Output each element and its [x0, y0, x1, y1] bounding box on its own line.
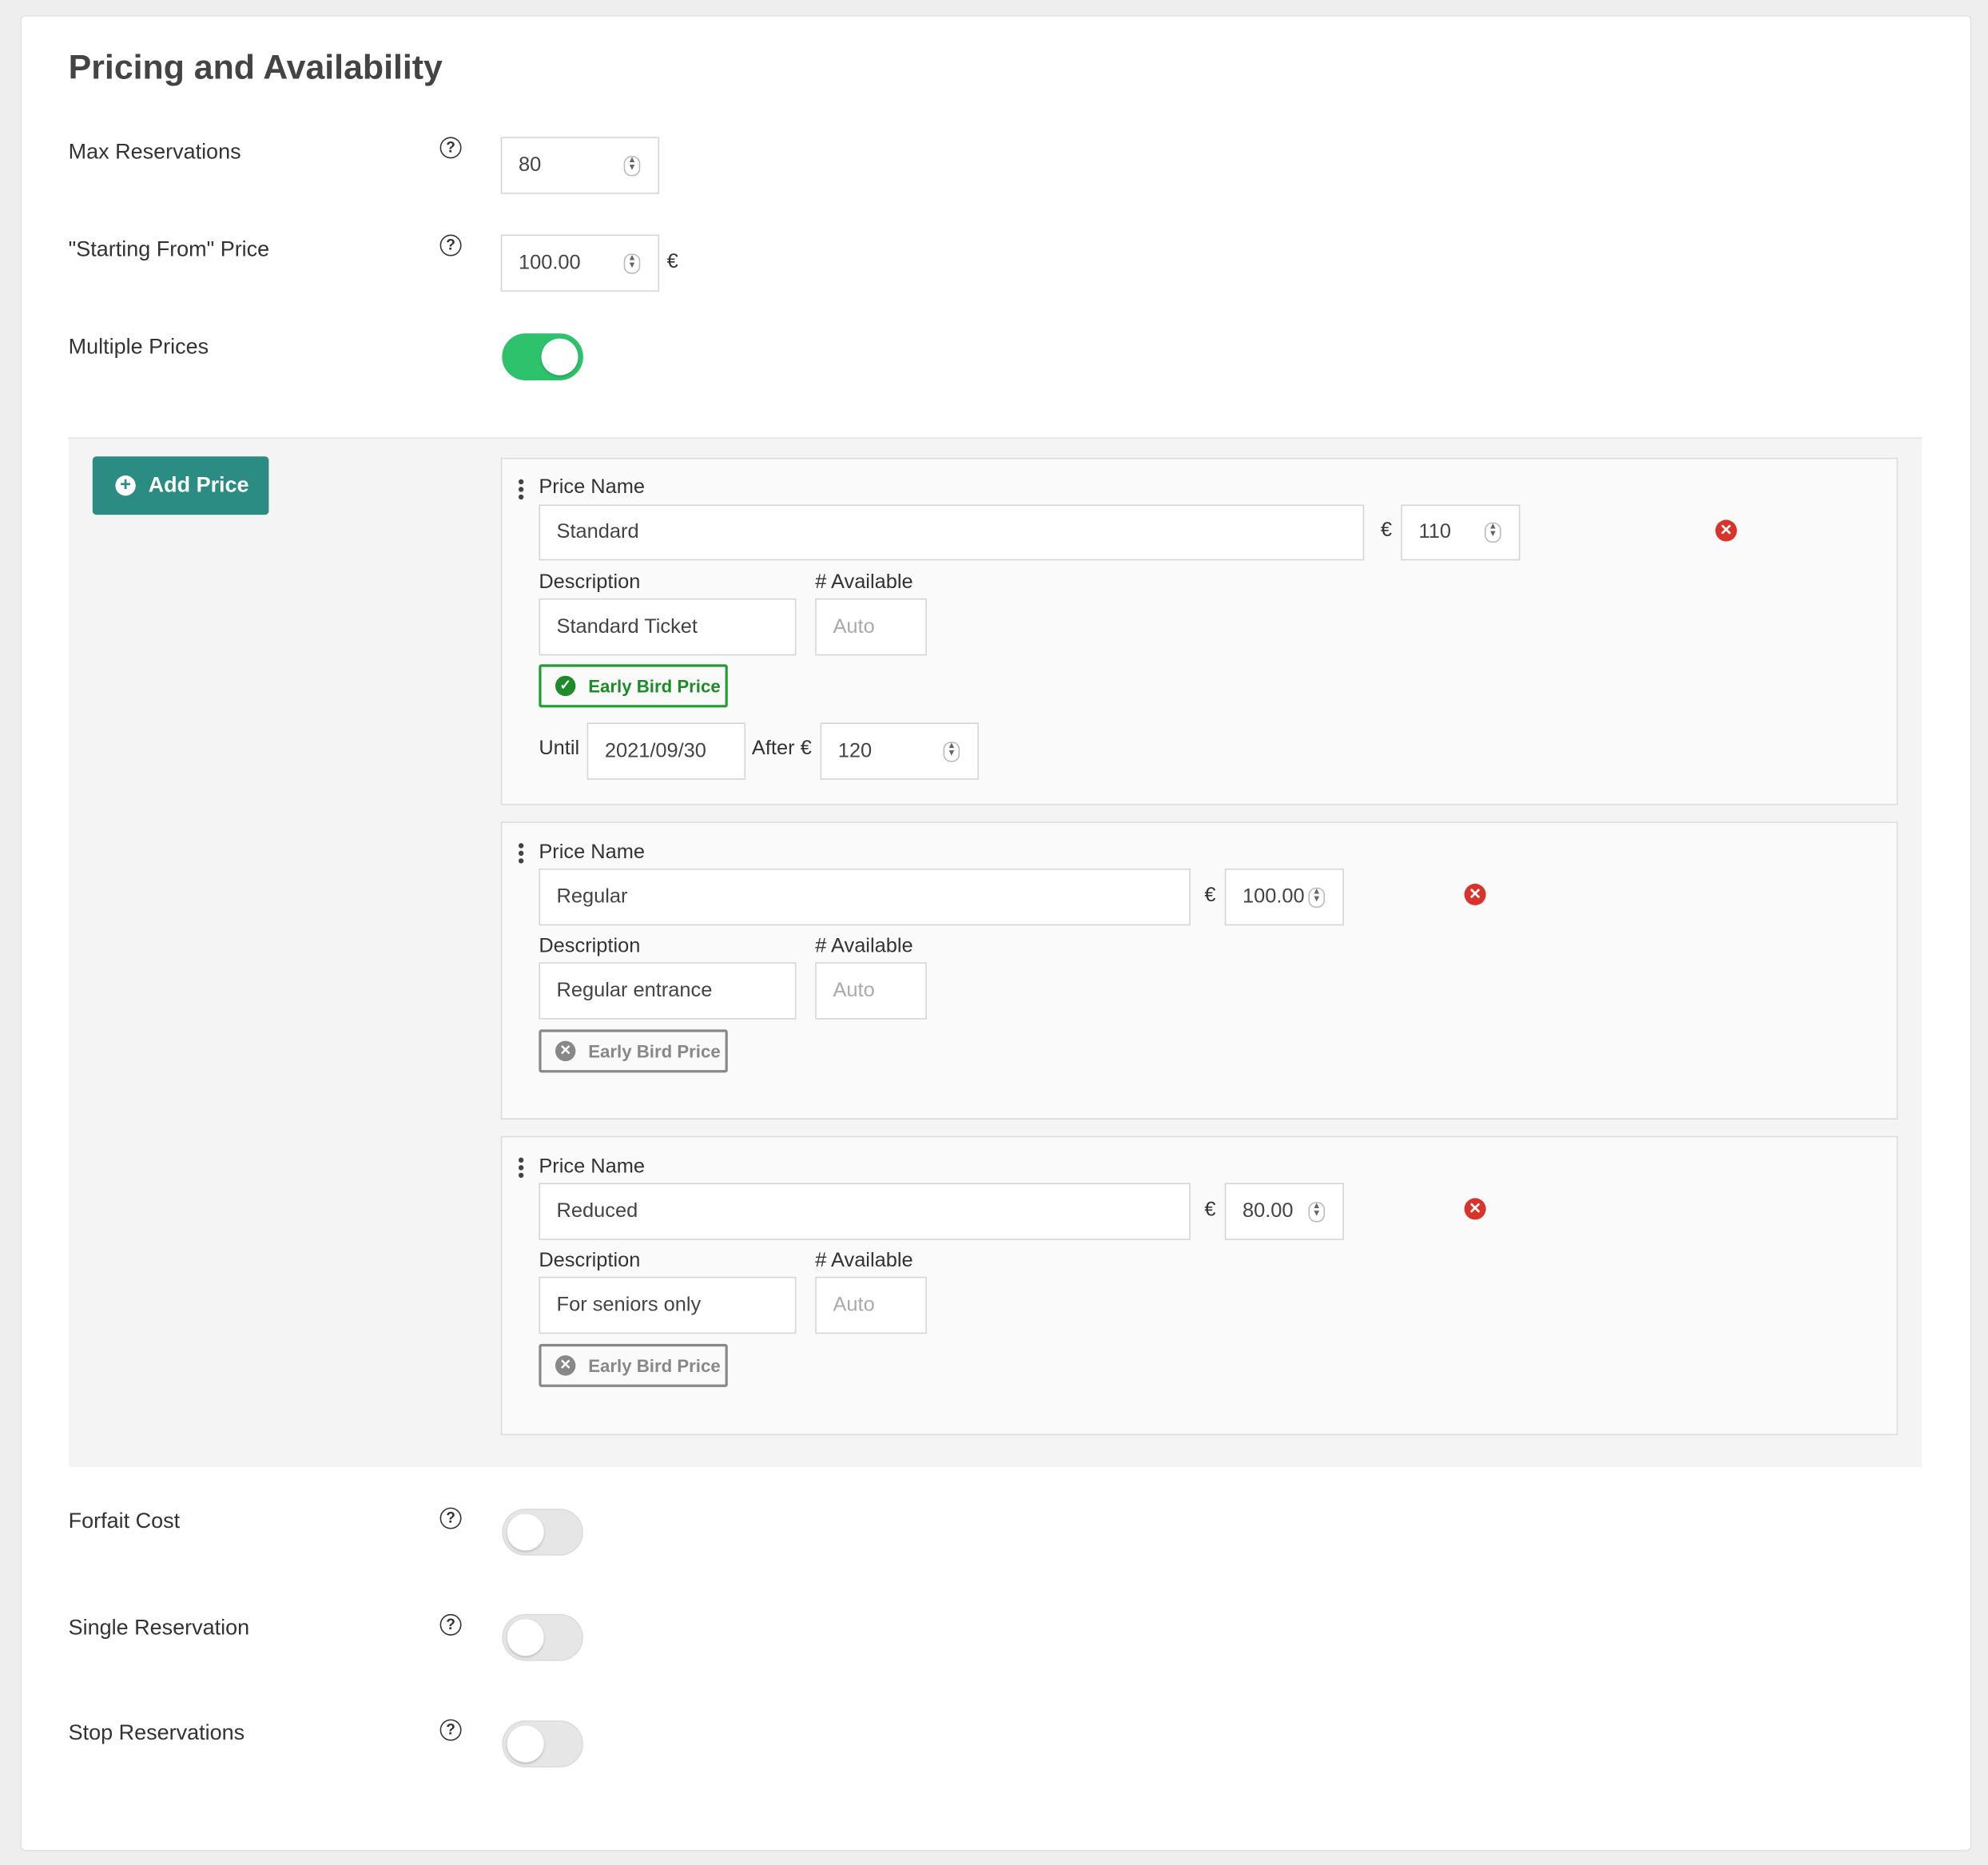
- price-name-input[interactable]: Reduced: [539, 1183, 1191, 1240]
- starting-price-input[interactable]: 100.00 ▲ ▼: [500, 234, 660, 292]
- multiple-prices-toggle[interactable]: [502, 333, 583, 381]
- early-bird-label: Early Bird Price: [588, 675, 721, 697]
- currency-label: €: [666, 251, 678, 273]
- add-price-button[interactable]: + Add Price: [92, 456, 269, 515]
- description-input[interactable]: For seniors only: [539, 1276, 797, 1334]
- description-label: Description: [539, 1250, 641, 1272]
- price-name-label: Price Name: [539, 1156, 645, 1179]
- drag-handle-icon[interactable]: [518, 843, 524, 866]
- help-icon[interactable]: ?: [439, 234, 462, 256]
- price-amount-input[interactable]: 110 ▲ ▼: [1401, 504, 1521, 561]
- price-name-label: Price Name: [539, 476, 645, 499]
- early-bird-label: Early Bird Price: [588, 1355, 721, 1376]
- price-name-input[interactable]: Standard: [539, 504, 1365, 561]
- section-title: Pricing and Availability: [68, 48, 443, 86]
- currency-label: €: [1204, 1199, 1216, 1221]
- help-icon[interactable]: ?: [439, 137, 462, 159]
- available-label: # Available: [815, 935, 913, 957]
- early-bird-toggle[interactable]: ✓ Early Bird Price: [539, 664, 728, 708]
- toggle-knob: [507, 1513, 544, 1551]
- price-name-label: Price Name: [539, 841, 645, 864]
- max-reservations-input[interactable]: 80 ▲ ▼: [500, 137, 660, 194]
- toggle-knob: [541, 338, 579, 376]
- early-bird-toggle[interactable]: ✕ Early Bird Price: [539, 1343, 728, 1387]
- available-label: # Available: [815, 571, 913, 594]
- toggle-knob: [507, 1725, 544, 1763]
- single-reservation-toggle[interactable]: [502, 1613, 583, 1661]
- drag-handle-icon[interactable]: [518, 479, 524, 503]
- toggle-knob: [507, 1619, 544, 1656]
- stepper-icon[interactable]: ▲ ▼: [943, 741, 960, 762]
- available-input[interactable]: Auto: [815, 962, 927, 1020]
- early-bird-toggle[interactable]: ✕ Early Bird Price: [539, 1029, 728, 1073]
- single-reservation-label: Single Reservation: [68, 1615, 250, 1640]
- drag-handle-icon[interactable]: [518, 1157, 524, 1181]
- after-amount-input[interactable]: 120 ▲ ▼: [820, 722, 979, 780]
- x-circle-icon: ✕: [555, 1355, 576, 1376]
- multiple-prices-label: Multiple Prices: [68, 334, 209, 360]
- stepper-icon[interactable]: ▲ ▼: [623, 253, 641, 273]
- help-icon[interactable]: ?: [439, 1719, 462, 1741]
- stepper-icon[interactable]: ▲ ▼: [1485, 522, 1501, 543]
- starting-price-label: "Starting From" Price: [68, 237, 270, 261]
- early-bird-label: Early Bird Price: [588, 1040, 721, 1062]
- help-icon[interactable]: ?: [439, 1613, 462, 1636]
- max-reservations-label: Max Reservations: [68, 139, 241, 164]
- description-input[interactable]: Regular entrance: [539, 962, 797, 1020]
- available-input[interactable]: Auto: [815, 1276, 927, 1334]
- x-circle-icon: ✕: [555, 1040, 576, 1062]
- stepper-icon[interactable]: ▲ ▼: [623, 155, 641, 176]
- description-label: Description: [539, 935, 641, 957]
- help-icon[interactable]: ?: [439, 1507, 462, 1529]
- until-label: Until: [539, 738, 580, 760]
- plus-circle-icon: +: [115, 475, 136, 496]
- remove-price-icon[interactable]: ✕: [1715, 519, 1737, 542]
- add-price-label: Add Price: [148, 472, 249, 497]
- price-amount-input[interactable]: 80.00 ▲ ▼: [1224, 1183, 1344, 1240]
- currency-label: €: [1380, 519, 1393, 542]
- stop-reservations-label: Stop Reservations: [68, 1720, 245, 1745]
- remove-price-icon[interactable]: ✕: [1464, 1198, 1486, 1220]
- available-input[interactable]: Auto: [815, 598, 927, 656]
- forfait-cost-label: Forfait Cost: [68, 1509, 181, 1533]
- description-input[interactable]: Standard Ticket: [539, 598, 797, 656]
- remove-price-icon[interactable]: ✕: [1464, 883, 1486, 905]
- available-label: # Available: [815, 1250, 913, 1272]
- forfait-cost-toggle[interactable]: [502, 1509, 583, 1556]
- price-amount-input[interactable]: 100.00 ▲ ▼: [1224, 868, 1344, 926]
- price-name-input[interactable]: Regular: [539, 868, 1191, 926]
- stepper-icon[interactable]: ▲ ▼: [1308, 886, 1326, 908]
- check-circle-icon: ✓: [555, 675, 576, 697]
- after-label: After €: [751, 738, 812, 760]
- stepper-icon[interactable]: ▲ ▼: [1308, 1201, 1326, 1222]
- description-label: Description: [539, 571, 641, 594]
- stop-reservations-toggle[interactable]: [502, 1720, 583, 1768]
- currency-label: €: [1204, 885, 1216, 907]
- until-date-input[interactable]: 2021/09/30: [586, 722, 746, 780]
